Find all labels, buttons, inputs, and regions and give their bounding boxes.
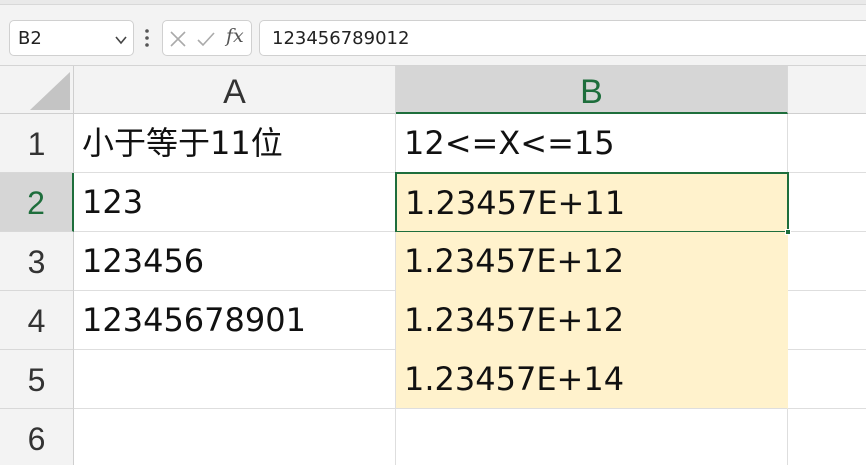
cell-c5[interactable]	[788, 350, 866, 409]
name-box[interactable]: B2	[9, 20, 134, 56]
row-header-3[interactable]: 3	[0, 232, 74, 291]
cell-b3[interactable]: 1.23457E+12	[396, 232, 788, 291]
cell-b6[interactable]	[396, 409, 788, 465]
cell-a1[interactable]: 小于等于11位	[74, 114, 396, 173]
column-header-b[interactable]: B	[396, 66, 788, 114]
formula-input[interactable]: 123456789012	[259, 20, 866, 56]
formula-value: 123456789012	[272, 28, 410, 49]
chevron-down-icon[interactable]	[114, 33, 128, 47]
name-box-value: B2	[18, 28, 42, 49]
cell-b2-active[interactable]: 1.23457E+11	[395, 172, 789, 233]
cell-b4[interactable]: 1.23457E+12	[396, 291, 788, 350]
cell-c6[interactable]	[788, 409, 866, 465]
cell-a6[interactable]	[74, 409, 396, 465]
spreadsheet-grid: A B 1 小于等于11位 12<=X<=15 2 123 1.23457E+1…	[0, 66, 866, 465]
check-icon[interactable]	[196, 30, 216, 48]
row-header-4[interactable]: 4	[0, 291, 74, 350]
row-header-1[interactable]: 1	[0, 114, 74, 173]
formula-bar-strip: B2 fx 123456789012	[0, 0, 866, 66]
formula-buttons: fx	[162, 20, 252, 56]
more-vertical-icon[interactable]	[142, 26, 152, 50]
cell-c3[interactable]	[788, 232, 866, 291]
column-header-c[interactable]	[788, 66, 866, 114]
cell-c1[interactable]	[788, 114, 866, 173]
cell-c2[interactable]	[788, 173, 866, 232]
fill-handle[interactable]	[785, 229, 791, 235]
row-header-5[interactable]: 5	[0, 350, 74, 409]
cell-a5[interactable]	[74, 350, 396, 409]
cell-a2[interactable]: 123	[74, 173, 396, 232]
insert-function-button[interactable]: fx	[226, 25, 244, 47]
cell-a3[interactable]: 123456	[74, 232, 396, 291]
select-all-triangle-icon	[30, 72, 70, 110]
cell-b5[interactable]: 1.23457E+14	[396, 350, 788, 409]
cell-b1[interactable]: 12<=X<=15	[396, 114, 788, 173]
ribbon-edge	[0, 0, 866, 5]
cell-a4[interactable]: 12345678901	[74, 291, 396, 350]
column-header-a[interactable]: A	[74, 66, 396, 114]
select-all-button[interactable]	[0, 66, 74, 114]
cancel-icon[interactable]	[169, 30, 187, 48]
cell-c4[interactable]	[788, 291, 866, 350]
row-header-2[interactable]: 2	[0, 173, 74, 232]
row-header-6[interactable]: 6	[0, 409, 74, 465]
